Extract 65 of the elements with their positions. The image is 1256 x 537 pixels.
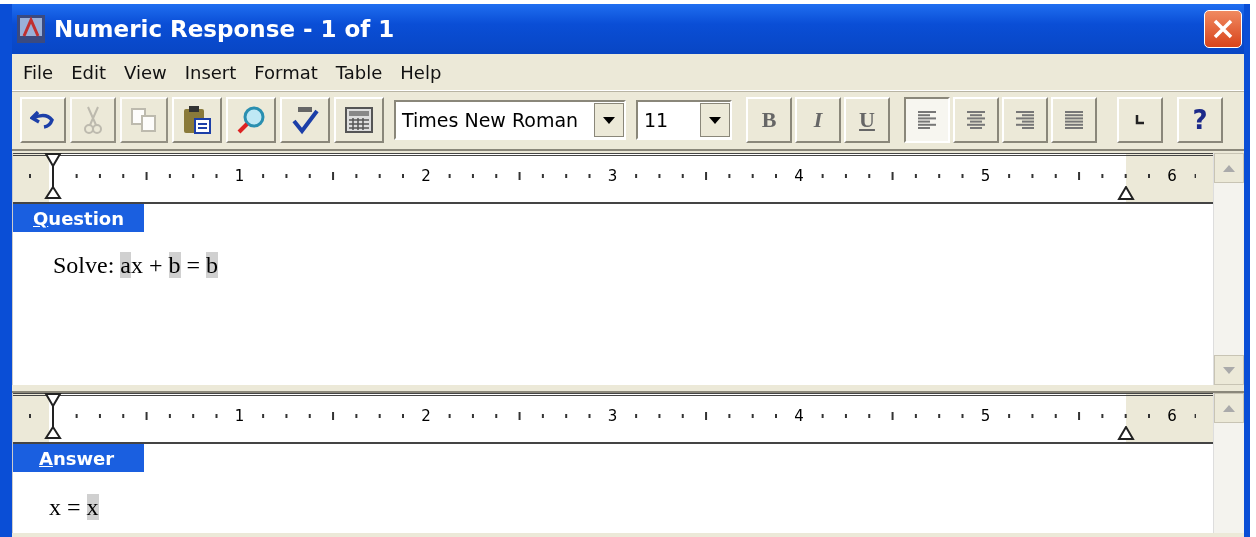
indent-marker-icon[interactable] [44, 153, 62, 199]
ruler-number: 5 [980, 407, 991, 425]
align-justify-button[interactable] [1051, 97, 1097, 143]
ruler-number: 3 [607, 167, 618, 185]
close-button[interactable] [1204, 10, 1242, 48]
ruler-number: 3 [607, 407, 618, 425]
down-arrow-icon [1223, 366, 1235, 374]
up-arrow-icon [1223, 404, 1235, 412]
tab-stop-button[interactable] [1117, 97, 1163, 143]
size-dropdown[interactable]: 11 [636, 100, 732, 140]
ruler-number: 4 [794, 407, 804, 425]
up-arrow-icon [1223, 164, 1235, 172]
undo-button[interactable] [20, 97, 66, 143]
answer-text: x = x [48, 493, 100, 521]
dropdown-arrow-icon [709, 116, 721, 124]
tab-stop-icon [1135, 115, 1145, 125]
scissors-icon [83, 105, 103, 135]
right-margin-marker-icon[interactable] [1117, 426, 1135, 440]
underline-button[interactable]: U [844, 97, 890, 143]
align-center-icon [965, 110, 987, 130]
menu-item[interactable]: Help [391, 57, 451, 87]
ruler-number: 2 [421, 167, 431, 185]
align-justify-icon [1063, 110, 1085, 130]
menu-item[interactable]: Edit [62, 57, 115, 87]
clipboard-icon [182, 105, 212, 135]
ruler-number: 5 [980, 167, 991, 185]
section-header: Question [13, 204, 144, 232]
window-title: Numeric Response - 1 of 1 [54, 16, 395, 42]
bold-button[interactable]: B [746, 97, 792, 143]
menu-item[interactable]: File [14, 57, 63, 87]
align-left-button[interactable] [904, 97, 950, 143]
ruler-number: 4 [794, 167, 804, 185]
magnifier-icon [236, 105, 266, 135]
indent-marker-icon[interactable] [44, 393, 62, 439]
ruler-number: 6 [1167, 167, 1177, 185]
menu-item[interactable]: Insert [175, 57, 246, 87]
menu-item[interactable]: Table [326, 57, 392, 87]
close-icon [1212, 18, 1234, 40]
menu-item[interactable]: Format [245, 57, 327, 87]
checkmark-icon [290, 105, 320, 135]
menu-item[interactable]: View [115, 57, 176, 87]
italic-button[interactable]: I [795, 97, 841, 143]
align-center-button[interactable] [953, 97, 999, 143]
copy-pages-icon [130, 107, 158, 133]
spelling-button[interactable] [280, 97, 330, 143]
ruler-number: 1 [234, 407, 245, 425]
ruler-number: 1 [234, 167, 245, 185]
align-right-button[interactable] [1002, 97, 1048, 143]
find-button[interactable] [226, 97, 276, 143]
scrollbar[interactable] [1213, 393, 1244, 533]
calculator-button[interactable] [334, 97, 384, 143]
paste-button[interactable] [172, 97, 222, 143]
app-logo-icon [16, 14, 46, 44]
align-right-icon [1014, 110, 1036, 130]
align-left-icon [916, 110, 938, 130]
question-text: Solve: ax + b = b [52, 251, 220, 279]
dropdown-arrow-icon [603, 116, 615, 124]
section-header: Answer [13, 444, 144, 472]
ruler-number: 6 [1167, 407, 1177, 425]
right-margin-marker-icon[interactable] [1117, 186, 1135, 200]
help-button[interactable]: ? [1177, 97, 1223, 143]
calculator-icon [344, 106, 374, 134]
undo-arrow-icon [30, 110, 56, 130]
ruler-number: 2 [421, 407, 431, 425]
font-dropdown[interactable]: Times New Roman [394, 100, 626, 140]
